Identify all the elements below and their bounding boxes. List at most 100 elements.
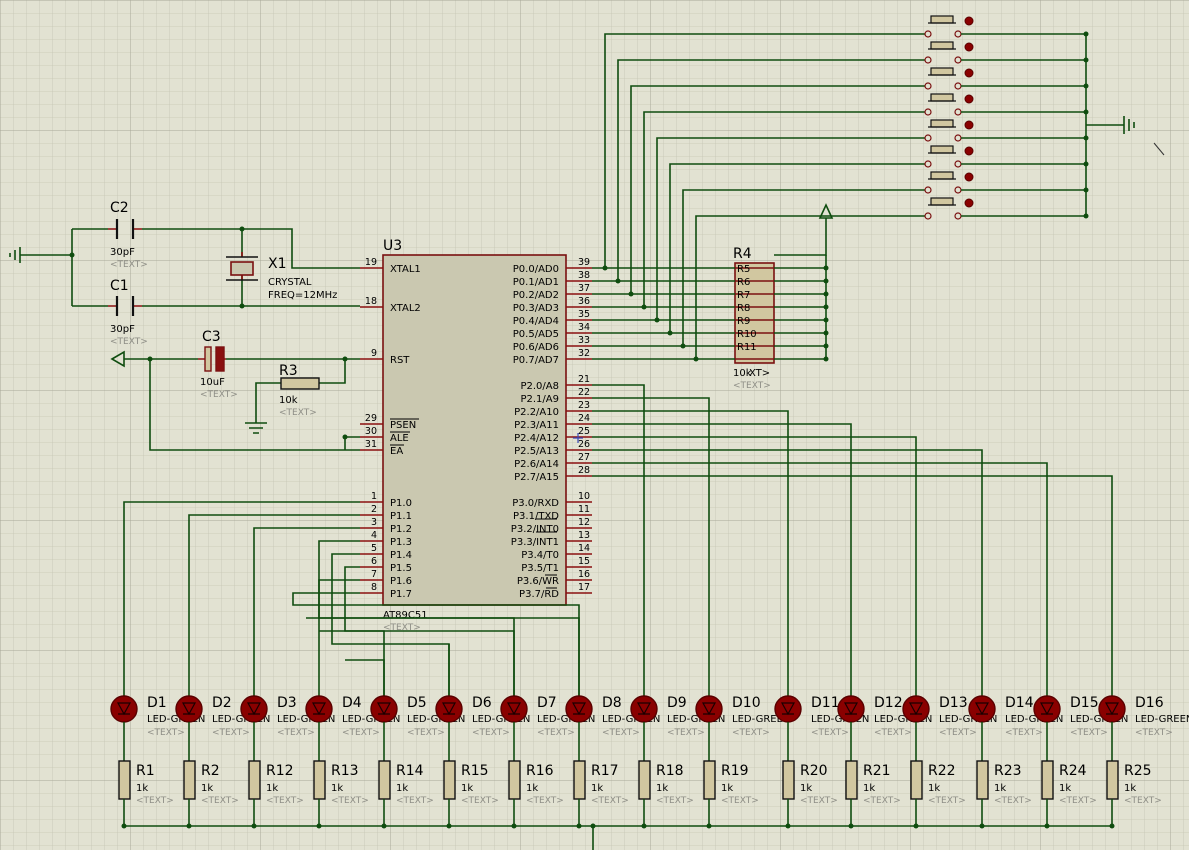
mcu-pin-number: 39 bbox=[578, 257, 590, 268]
led-body bbox=[435, 695, 463, 723]
mcu-pin-name: P1.4 bbox=[390, 550, 412, 561]
resistor-pack-r4[interactable]: R5R6R7R8R9R10R11 R4 10k XT> <TEXT> bbox=[733, 246, 775, 391]
led-ref: D7 bbox=[537, 695, 557, 711]
push-button-node bbox=[964, 120, 974, 130]
led-resistor-body bbox=[976, 760, 989, 800]
junction bbox=[693, 356, 699, 362]
mcu-pin-number: 29 bbox=[365, 413, 377, 424]
mcu-pin-number: 17 bbox=[578, 582, 590, 593]
mcu-pin-number: 2 bbox=[371, 504, 377, 515]
led-resistor-ref: R22 bbox=[928, 763, 956, 779]
led-body bbox=[500, 695, 528, 723]
led-resistor-placeholder: <TEXT> bbox=[266, 796, 304, 806]
led-resistor-ref: R23 bbox=[994, 763, 1022, 779]
led-body bbox=[774, 695, 802, 723]
led-placeholder: <TEXT> bbox=[212, 728, 250, 738]
r3-value: 10k bbox=[279, 395, 298, 406]
push-button-contact bbox=[924, 30, 932, 38]
mcu-pin-name: P1.6 bbox=[390, 576, 412, 587]
junction bbox=[641, 304, 647, 310]
led-resistor-placeholder: <TEXT> bbox=[526, 796, 564, 806]
push-button-contact bbox=[924, 186, 932, 194]
mcu-pin-number: 1 bbox=[371, 491, 377, 502]
led-resistor-placeholder: <TEXT> bbox=[656, 796, 694, 806]
mcu-at89c51[interactable]: U3 AT89C51 <TEXT> 19XTAL118XTAL29RST29PS… bbox=[360, 238, 592, 633]
mcu-pin-number: 14 bbox=[578, 543, 590, 554]
push-button-node bbox=[964, 16, 974, 26]
led-resistor-body bbox=[910, 760, 923, 800]
led-resistor-body bbox=[782, 760, 795, 800]
mcu-pin-number: 6 bbox=[371, 556, 377, 567]
led-resistor-ref: R13 bbox=[331, 763, 359, 779]
led-ref: D8 bbox=[602, 695, 622, 711]
mcu-pin-number: 11 bbox=[578, 504, 590, 515]
mcu-pin-name: XTAL1 bbox=[390, 264, 421, 275]
led-ref: D1 bbox=[147, 695, 167, 711]
x1-freq: FREQ=12MHz bbox=[268, 290, 337, 301]
mcu-pin-name: P3.0/RXD bbox=[512, 498, 559, 509]
mcu-pin-name: P3.2/INT0 bbox=[511, 524, 559, 535]
c2-placeholder: <TEXT> bbox=[110, 260, 148, 270]
mcu-pin-name: P0.7/AD7 bbox=[513, 355, 559, 366]
push-button-contact bbox=[954, 160, 962, 168]
push-button-cap bbox=[930, 145, 954, 154]
mcu-pin-number: 34 bbox=[578, 322, 590, 333]
led-resistor-value: 1k bbox=[863, 783, 875, 794]
push-button-contact bbox=[954, 82, 962, 90]
led-resistor-value: 1k bbox=[526, 783, 538, 794]
junction bbox=[628, 291, 634, 297]
junction bbox=[667, 330, 673, 336]
led-resistor-value: 1k bbox=[656, 783, 668, 794]
c2-ref: C2 bbox=[110, 200, 129, 216]
r4-value-overlap: XT> bbox=[749, 368, 770, 379]
led-part: LED-GREEN bbox=[1135, 714, 1189, 725]
led-resistor-placeholder: <TEXT> bbox=[928, 796, 966, 806]
led-body bbox=[370, 695, 398, 723]
led-placeholder: <TEXT> bbox=[811, 728, 849, 738]
mcu-pin-number: 26 bbox=[578, 439, 590, 450]
led-resistor-body bbox=[1041, 760, 1054, 800]
resistor-pack-label: R7 bbox=[737, 290, 750, 301]
push-button-cap bbox=[930, 171, 954, 180]
r3-ref: R3 bbox=[279, 363, 298, 379]
led-body bbox=[968, 695, 996, 723]
push-button-node bbox=[964, 42, 974, 52]
mcu-pin-number: 4 bbox=[371, 530, 377, 541]
led-body bbox=[175, 695, 203, 723]
mcu-pin-name: EA bbox=[390, 446, 403, 457]
led-ref: D13 bbox=[939, 695, 968, 711]
mcu-pin-name: XTAL2 bbox=[390, 303, 421, 314]
schematic-canvas[interactable]: C2 30pF <TEXT> C1 30pF <TEXT> C3 10uF <T… bbox=[0, 0, 1189, 850]
push-button-contact bbox=[924, 108, 932, 116]
led-resistor-value: 1k bbox=[994, 783, 1006, 794]
led-resistor-placeholder: <TEXT> bbox=[1059, 796, 1097, 806]
led-ref: D4 bbox=[342, 695, 362, 711]
led-ref: D10 bbox=[732, 695, 761, 711]
mcu-pin-name: P3.6/WR bbox=[517, 576, 559, 587]
push-button-node bbox=[964, 94, 974, 104]
x1-ref: X1 bbox=[268, 256, 287, 272]
led-resistor-value: 1k bbox=[591, 783, 603, 794]
mcu-pin-number: 22 bbox=[578, 387, 590, 398]
mcu-pin-number: 31 bbox=[365, 439, 377, 450]
led-resistor-placeholder: <TEXT> bbox=[136, 796, 174, 806]
mcu-pin-name: P0.0/AD0 bbox=[513, 264, 559, 275]
mcu-pin-name: P0.4/AD4 bbox=[513, 316, 559, 327]
mcu-pin-number: 36 bbox=[578, 296, 590, 307]
led-placeholder: <TEXT> bbox=[667, 728, 705, 738]
mcu-pin-name: P3.7/RD bbox=[519, 589, 559, 600]
mcu-pin-number: 37 bbox=[578, 283, 590, 294]
mcu-pin-name: P2.1/A9 bbox=[520, 394, 559, 405]
push-button-contact bbox=[954, 212, 962, 220]
r4-ref: R4 bbox=[733, 246, 752, 262]
led-resistor-placeholder: <TEXT> bbox=[994, 796, 1032, 806]
led-resistor-body bbox=[378, 760, 391, 800]
c3-ref: C3 bbox=[202, 329, 221, 345]
mcu-pin-name: P0.1/AD1 bbox=[513, 277, 559, 288]
mcu-pin-number: 15 bbox=[578, 556, 590, 567]
push-button-contact bbox=[924, 212, 932, 220]
mcu-pin-number: 12 bbox=[578, 517, 590, 528]
led-resistor-value: 1k bbox=[461, 783, 473, 794]
mcu-pin-name: P1.5 bbox=[390, 563, 412, 574]
mcu-pin-number: 19 bbox=[365, 257, 377, 268]
